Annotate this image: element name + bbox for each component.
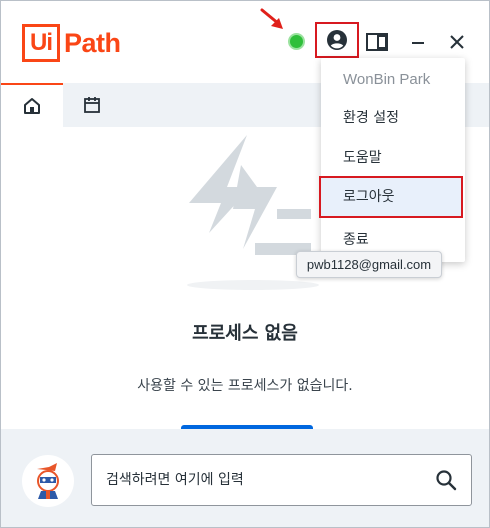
annotation-arrow-icon bbox=[260, 8, 283, 29]
close-button[interactable] bbox=[444, 29, 470, 55]
logo-box: Ui bbox=[22, 24, 60, 62]
robot-mascot-icon bbox=[37, 463, 59, 499]
minimize-icon bbox=[412, 42, 424, 44]
menu-item-settings[interactable]: 환경 설정 bbox=[321, 98, 465, 138]
minimize-button[interactable] bbox=[405, 29, 431, 55]
menu-item-help[interactable]: 도움말 bbox=[321, 138, 465, 178]
robot-avatar[interactable] bbox=[22, 455, 74, 507]
tab-home[interactable] bbox=[1, 83, 63, 127]
empty-state-title: 프로세스 없음 bbox=[192, 323, 298, 344]
profile-button[interactable] bbox=[315, 22, 359, 58]
calendar-icon bbox=[84, 97, 100, 113]
search-input[interactable] bbox=[106, 468, 426, 492]
email-tooltip: pwb1128@gmail.com bbox=[296, 251, 442, 278]
side-panel-button[interactable] bbox=[364, 29, 390, 55]
profile-icon bbox=[327, 30, 347, 50]
assistant-window: Ui Path 프로세스 없음 사용할 수 있는 프로세스가 없습니다. 검색하… bbox=[0, 0, 490, 528]
bottom-bar bbox=[1, 429, 489, 527]
empty-state-subtitle: 사용할 수 있는 프로세스가 없습니다. bbox=[137, 378, 353, 394]
search-box[interactable] bbox=[91, 454, 472, 506]
uipath-logo: Ui Path bbox=[22, 23, 121, 63]
status-dot-icon[interactable] bbox=[288, 33, 305, 50]
menu-user-name: WonBin Park bbox=[343, 71, 431, 88]
tab-calendar[interactable] bbox=[61, 83, 123, 127]
home-icon bbox=[24, 98, 40, 114]
profile-menu: WonBin Park 환경 설정 도움말 로그아웃 종료 bbox=[319, 58, 465, 262]
close-icon bbox=[450, 35, 464, 49]
logo-text: Path bbox=[64, 27, 121, 58]
search-icon[interactable] bbox=[435, 469, 457, 491]
menu-item-logout[interactable]: 로그아웃 bbox=[319, 176, 463, 218]
side-panel-icon bbox=[366, 33, 388, 51]
